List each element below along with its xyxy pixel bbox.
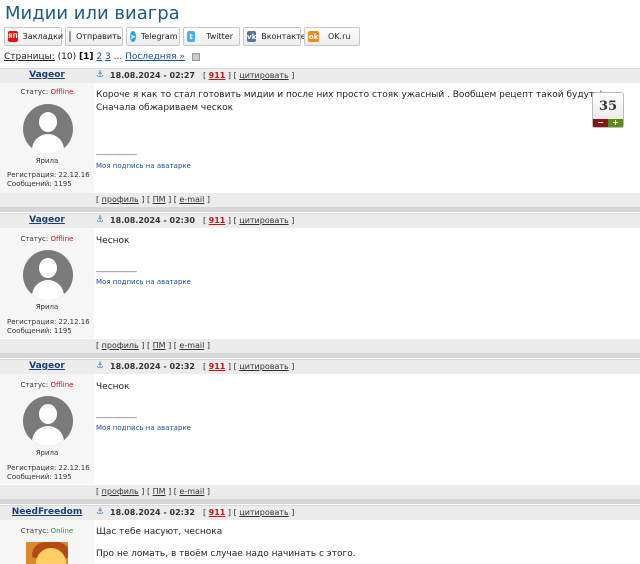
user-info: Регистрация: 22.12.16 Сообщений: 1195 — [7, 318, 90, 335]
yandex-bookmark-icon: ЯП — [8, 31, 18, 42]
post-date: 18.08.2024 - 02:30 — [110, 216, 195, 225]
pm-link[interactable]: ПМ — [153, 341, 166, 350]
share-ok-button[interactable]: ok OK.ru — [304, 27, 360, 46]
anchor-icon[interactable]: ⚓ — [96, 508, 105, 517]
post-separator — [0, 353, 640, 358]
post-number-link[interactable]: 911 — [209, 216, 226, 225]
avatar[interactable] — [23, 250, 73, 300]
profile-link[interactable]: профиль — [102, 195, 139, 204]
rating-widget: 35 − + — [592, 92, 624, 128]
vk-icon: vk — [247, 31, 257, 42]
post-header: Vageor ⚓ 18.08.2024 - 02:27 [ 911 ] [ ци… — [0, 68, 640, 83]
ok-icon: ok — [308, 31, 319, 42]
user-rank: Ярила — [35, 303, 59, 311]
user-rank: Ярила — [35, 157, 59, 165]
post-author-link[interactable]: Vageor — [0, 70, 94, 80]
post-number-link[interactable]: 911 — [209, 508, 226, 517]
telegram-icon: ➤ — [130, 31, 136, 42]
post-separator — [0, 207, 640, 212]
rating-plus-button[interactable]: + — [608, 119, 623, 127]
post-date: 18.08.2024 - 02:32 — [110, 362, 195, 371]
user-info: Регистрация: 22.12.16 Сообщений: 1195 — [7, 464, 90, 481]
rating-value: 35 — [598, 99, 618, 114]
last-page-icon[interactable] — [191, 52, 200, 61]
post-content: Щас тебе насуют, чеснока Про не ломать, … — [96, 527, 356, 559]
post-content: Чеснок — [96, 382, 130, 392]
pagination: Страницы: (10) [1] 2 3 ... Последняя » — [4, 52, 200, 62]
user-status: Статус: Offline — [20, 235, 74, 243]
post-actions: [ 911 ] [ цитировать ] — [203, 216, 295, 225]
share-vk-button[interactable]: vk Вконтакте — [243, 27, 306, 46]
signature: Моя подпись на аватарке — [96, 278, 191, 286]
post: Vageor ⚓ 18.08.2024 - 02:27 [ 911 ] [ ци… — [0, 68, 640, 220]
rating-minus-button[interactable]: − — [593, 119, 608, 127]
post-footer: [ профиль ] [ ПМ ] [ e-mail ] — [0, 339, 640, 353]
post-number-link[interactable]: 911 — [209, 71, 226, 80]
quote-link[interactable]: цитировать — [239, 508, 288, 517]
post-footer: [ профиль ] [ ПМ ] [ e-mail ] — [0, 485, 640, 499]
post-date: 18.08.2024 - 02:27 — [110, 71, 195, 80]
email-link[interactable]: e-mail — [179, 487, 204, 496]
avatar[interactable] — [23, 104, 73, 154]
post: Vageor ⚓ 18.08.2024 - 02:30 [ 911 ] [ ци… — [0, 213, 640, 358]
post-header: Vageor ⚓ 18.08.2024 - 02:30 [ 911 ] [ ци… — [0, 213, 640, 228]
anchor-icon[interactable]: ⚓ — [96, 216, 105, 225]
page-3-link[interactable]: 3 — [105, 52, 111, 62]
user-info: Регистрация: 22.12.16 Сообщений: 1195 — [7, 171, 90, 188]
quote-link[interactable]: цитировать — [239, 362, 288, 371]
post-content: Чеснок — [96, 236, 130, 246]
post-actions: [ 911 ] [ цитировать ] — [203, 508, 295, 517]
share-twitter-button[interactable]: t Twitter — [183, 27, 240, 46]
post-author-link[interactable]: Vageor — [0, 361, 94, 371]
pm-link[interactable]: ПМ — [153, 195, 166, 204]
post-number-link[interactable]: 911 — [209, 362, 226, 371]
page-title: Мидии или виагра — [5, 3, 180, 24]
post-separator — [0, 499, 640, 504]
post-author-link[interactable]: Vageor — [0, 215, 94, 225]
post: Vageor ⚓ 18.08.2024 - 02:32 [ 911 ] [ ци… — [0, 359, 640, 504]
quote-link[interactable]: цитировать — [239, 216, 288, 225]
user-rank: Ярила — [35, 449, 59, 457]
post: NeedFreedom ⚓ 18.08.2024 - 02:32 [ 911 ]… — [0, 505, 640, 564]
share-bar: ЯП Закладки Отправить ➤ Telegram t Twitt… — [0, 27, 640, 47]
avatar[interactable] — [26, 542, 68, 564]
share-telegram-button[interactable]: ➤ Telegram — [126, 27, 180, 46]
share-bookmarks-button[interactable]: ЯП Закладки — [4, 27, 63, 46]
current-page: [1] — [79, 52, 94, 62]
twitter-icon: t — [187, 31, 196, 42]
quote-link[interactable]: цитировать — [239, 71, 288, 80]
mail-icon — [69, 31, 71, 42]
last-page-link[interactable]: Последняя » — [125, 52, 185, 62]
post-author-link[interactable]: NeedFreedom — [0, 507, 94, 517]
user-status: Статус: Online — [20, 527, 74, 535]
signature-divider: -------------------- — [96, 151, 137, 159]
profile-link[interactable]: профиль — [102, 487, 139, 496]
post-actions: [ 911 ] [ цитировать ] — [203, 71, 295, 80]
post-actions: [ 911 ] [ цитировать ] — [203, 362, 295, 371]
signature-divider: -------------------- — [96, 414, 137, 422]
anchor-icon[interactable]: ⚓ — [96, 71, 105, 80]
user-status: Статус: Offline — [20, 88, 74, 96]
post-content: Короче я как то стал готовить мидии и по… — [96, 90, 621, 113]
email-link[interactable]: e-mail — [179, 195, 204, 204]
user-status: Статус: Offline — [20, 381, 74, 389]
post-date: 18.08.2024 - 02:32 — [110, 508, 195, 517]
share-email-button[interactable]: Отправить — [65, 27, 123, 46]
post-header: NeedFreedom ⚓ 18.08.2024 - 02:32 [ 911 ]… — [0, 505, 640, 520]
signature-divider: -------------------- — [96, 268, 137, 276]
avatar[interactable] — [23, 396, 73, 446]
signature: Моя подпись на аватарке — [96, 162, 191, 170]
email-link[interactable]: e-mail — [179, 341, 204, 350]
post-footer: [ профиль ] [ ПМ ] [ e-mail ] — [0, 193, 640, 207]
profile-link[interactable]: профиль — [102, 341, 139, 350]
post-header: Vageor ⚓ 18.08.2024 - 02:32 [ 911 ] [ ци… — [0, 359, 640, 374]
page-2-link[interactable]: 2 — [96, 52, 102, 62]
pm-link[interactable]: ПМ — [153, 487, 166, 496]
anchor-icon[interactable]: ⚓ — [96, 362, 105, 371]
signature: Моя подпись на аватарке — [96, 424, 191, 432]
